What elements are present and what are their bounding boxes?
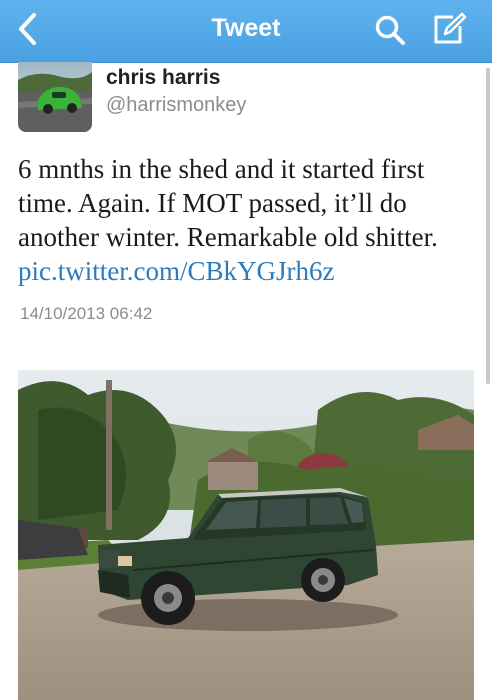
tweet-link[interactable]: pic.twitter.com/CBkYGJrh6z <box>18 256 334 286</box>
tweet-text: 6 mnths in the shed and it started first… <box>18 152 478 288</box>
page-title: Tweet <box>211 14 281 42</box>
user-name[interactable]: chris harris <box>106 66 220 90</box>
timestamp: 14/10/2013 06:42 <box>20 304 153 323</box>
search-button[interactable] <box>372 12 408 48</box>
tweet-body: 6 mnths in the shed and it started first… <box>18 154 438 252</box>
search-icon <box>375 15 405 45</box>
nav-bar: Tweet <box>0 0 492 63</box>
compose-icon <box>434 12 467 44</box>
user-handle[interactable]: @harrismonkey <box>106 94 246 117</box>
scrollbar[interactable] <box>486 68 490 384</box>
avatar[interactable] <box>18 62 92 132</box>
compose-button[interactable] <box>430 10 468 48</box>
tweet-photo[interactable] <box>18 370 474 700</box>
